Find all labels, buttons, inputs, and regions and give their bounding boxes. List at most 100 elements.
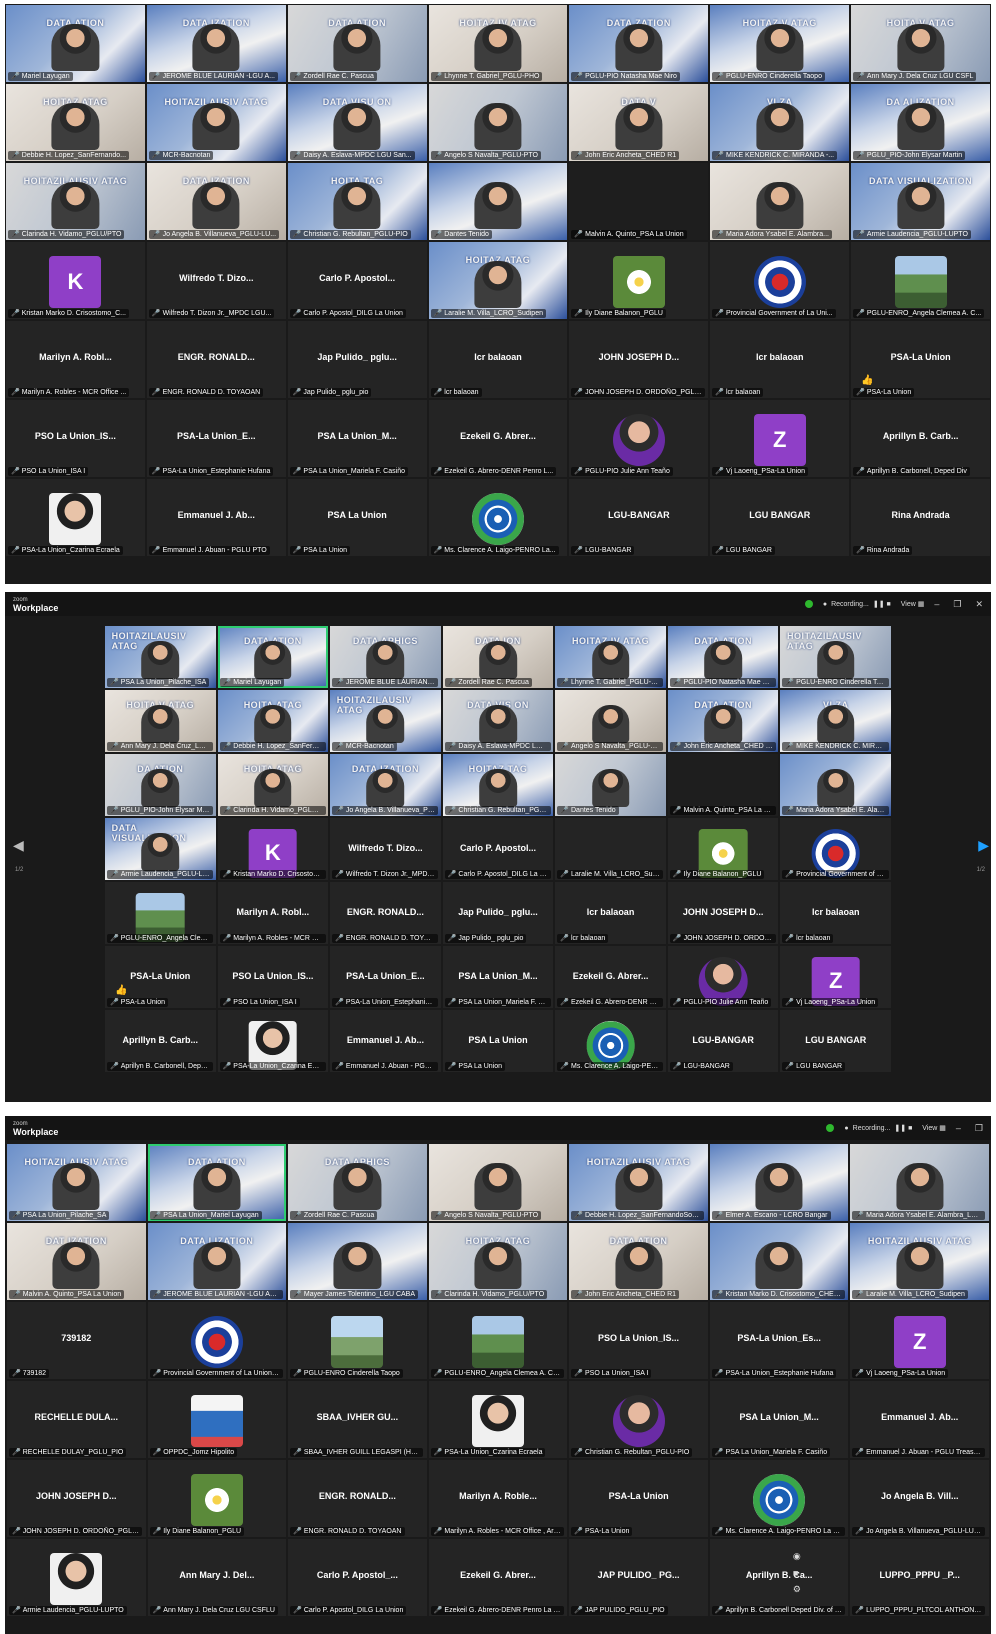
participant-tile[interactable]: DATA ZATION 🎤 PGLU-PIO Natasha Mae Niro xyxy=(569,5,709,82)
participant-tile[interactable]: HOITAZILAUSIV ATAG 🎤 PGLU-ENRO Cinderella … xyxy=(780,626,891,688)
participant-tile[interactable]: K🎤Kristan Marko D. Crisostomo_C... xyxy=(217,818,329,880)
camera-icon[interactable]: ◉ xyxy=(793,1551,801,1562)
previous-page-icon[interactable]: ◀ xyxy=(13,837,24,854)
participant-tile[interactable]: DATA APHICS 🎤 Zordell Rae C. Pascua xyxy=(288,1144,427,1221)
participant-tile[interactable]: Jap Pulido_ pglu... 🎤 Jap Pulido_ pglu_pio xyxy=(442,882,554,944)
participant-tile[interactable]: DATA APHICS🎤JEROME BLUE LAURIAN -LGU A..… xyxy=(330,626,441,688)
participant-tile[interactable]: 🎤 Malvin A. Quinto_PSA La Union xyxy=(667,754,779,816)
participant-tile[interactable]: 🎤 Provincial Government of La Union Web .… xyxy=(147,1302,287,1379)
participant-tile[interactable]: DATA LIZATION 🎤 JEROME BLUE LAURIAN -LGU A… xyxy=(147,1223,287,1300)
participant-tile[interactable]: HOITAZILAUSIV ATAG 🎤 MCR-Bacnotan xyxy=(330,690,441,752)
participant-tile[interactable]: RECHELLE DULA... 🎤 RECHELLE DULAY_PGLU_PIO xyxy=(7,1381,146,1458)
participant-tile[interactable]: JOHN JOSEPH D... 🎤JOHN JOSEPH D. ORDOÑO_P… xyxy=(7,1460,146,1537)
participant-tile[interactable]: DATA VISUALIZATION🎤Armie Laudencia_PGLU-… xyxy=(851,163,990,240)
participant-tile[interactable]: DATA ION 🎤 Zordell Rae C. Pascua xyxy=(442,626,554,688)
participant-tile[interactable]: Marilyn A. Roble... 🎤 Marilyn A. Robles - … xyxy=(428,1460,568,1537)
participant-tile[interactable]: Carlo P. Apostol... 🎤 Carlo P. Apostol_DIL… xyxy=(442,818,554,880)
participant-tile[interactable]: Ezekeil G. Abrer... 🎤 Ezekeil G. Abrero-DE… xyxy=(428,400,568,477)
participant-tile[interactable]: PSA-La Union_Es... 🎤 PSA-La Union_Estephan… xyxy=(709,1302,849,1379)
participant-tile[interactable]: DATA IZATION 🎤 Jo Angela B. Villanueva_PGL… xyxy=(330,754,441,816)
participant-tile[interactable]: 🎤 Christian G. Rebultan_PGLU-PIO xyxy=(569,1381,708,1458)
participant-tile[interactable]: PSA-La Union 👍 🎤 PSA-La Union xyxy=(105,946,216,1008)
participant-tile[interactable]: HOITAZ TAG🎤Christian G. Rebultan_PGLU-PI… xyxy=(442,754,554,816)
participant-tile[interactable]: 🎤 PSA-La Union_Czarina Ecraela xyxy=(217,1010,329,1072)
participant-tile[interactable]: HOITA ATAG🎤Debbie H. Lopez_SanFernandoS.… xyxy=(217,690,329,752)
view-button[interactable]: View ▦ xyxy=(901,600,925,608)
minimize-icon[interactable]: – xyxy=(934,599,939,610)
participant-tile[interactable]: 🎤PGLU-ENRO_Angela Clemea A. C... xyxy=(851,242,990,319)
recording-indicator[interactable]: ● Recording... ❚❚ ■ xyxy=(844,1124,912,1133)
participant-tile[interactable]: PSO La Union_IS... 🎤 PSO La Union_ISA I xyxy=(217,946,329,1008)
participant-tile[interactable]: DATA V🎤John Eric Ancheta_CHED R1 xyxy=(569,84,709,161)
participant-tile[interactable]: 🎤 Angelo S Navalta_PGLU-PTO xyxy=(555,690,666,752)
participant-tile[interactable]: 🎤 Maria Adora Ysabel E. Alambra_LGU... xyxy=(850,1144,989,1221)
participant-tile[interactable]: 🎤 Elmer A. Escano - LCRO Bangar xyxy=(709,1144,849,1221)
participant-tile[interactable]: 🎤Maria Adora Ysabel E. Alambra... xyxy=(780,754,891,816)
participant-tile[interactable]: 🎤Provincial Government of La Uni... xyxy=(710,242,850,319)
participant-tile[interactable]: 🎤 Mayer James Tolentino_LGU CABA xyxy=(288,1223,427,1300)
participant-tile[interactable]: PSA-La Union 🎤 PSA-La Union xyxy=(569,1460,708,1537)
participant-tile[interactable]: PSA La Union_M... 🎤 PSA La Union_Mariela F… xyxy=(442,946,554,1008)
participant-tile[interactable]: lcr balaoan 🎤 lcr balaoan xyxy=(555,882,666,944)
participant-tile[interactable]: lcr balaoan 🎤 lcr balaoan xyxy=(780,882,891,944)
participant-tile[interactable]: 🎤 PSA-La Union_Czarina Ecraela xyxy=(6,479,145,556)
participant-tile[interactable]: DATA ATION 🎤 John Eric Ancheta_CHED R1 xyxy=(569,1223,708,1300)
participant-tile[interactable]: Carlo P. Apostol... 🎤 Carlo P. Apostol_DIL… xyxy=(287,242,427,319)
participant-tile[interactable]: lcr balaoan 🎤 lcr balaoan xyxy=(710,321,850,398)
participant-tile[interactable]: Emmanuel J. Ab... 🎤 Emmanuel J. Abuan - PG… xyxy=(850,1381,989,1458)
participant-tile[interactable]: Wilfredo T. Dizo... 🎤 Wilfredo T. Dizon Jr… xyxy=(330,818,441,880)
security-shield-icon[interactable] xyxy=(804,600,813,608)
participant-tile[interactable]: ENGR. RONALD... 🎤 ENGR. RONALD D. TOYAOAN xyxy=(330,882,441,944)
participant-tile[interactable]: 🎤 Malvin A. Quinto_PSA La Union xyxy=(569,163,709,240)
restore-icon[interactable]: ❐ xyxy=(953,599,961,610)
participant-tile[interactable]: HOITAZILAUSIV ATAG 🎤 Laralie M. Villa_LCRO… xyxy=(850,1223,989,1300)
minimize-icon[interactable]: – xyxy=(956,1123,961,1134)
participant-tile[interactable]: JOHN JOSEPH D... 🎤JOHN JOSEPH D. ORDOÑO_P… xyxy=(569,321,709,398)
participant-tile[interactable]: 🎤 Ily Diane Balanon_PGLU xyxy=(147,1460,287,1537)
participant-tile[interactable]: HOITAZ V ATAG🎤PGLU-ENRO Cinderella Taopo xyxy=(710,5,850,82)
participant-tile[interactable]: HOITAZILAUSIV ATAG 🎤 Clarinda H. Vidamo_PG… xyxy=(6,163,145,240)
participant-tile[interactable]: 🎤 PSA-La Union_Czarina Ecraela xyxy=(428,1381,568,1458)
participant-tile[interactable]: PSA La Union_M... 🎤 PSA La Union_Mariela F… xyxy=(709,1381,849,1458)
participant-tile[interactable]: SBAA_IVHER GU... 🎤 SBAA_IVHER GUILL LEGASP… xyxy=(288,1381,427,1458)
security-shield-icon[interactable] xyxy=(826,1124,835,1132)
participant-tile[interactable]: PSA-La Union_E... 🎤 PSA-La Union_Estephani… xyxy=(146,400,286,477)
participant-tile[interactable]: DATA IZATION 🎤 Jo Angela B. Villanueva_PGL… xyxy=(146,163,286,240)
participant-tile[interactable]: 🎤Provincial Government of La Uni... xyxy=(780,818,891,880)
participant-tile[interactable]: HOITAZ IV ATAG🎤Lhynne T. Gabriel_PGLU-PH… xyxy=(428,5,568,82)
settings-icon[interactable]: ⚙ xyxy=(793,1584,801,1595)
participant-tile[interactable]: Wilfredo T. Dizo... 🎤 Wilfredo T. Dizon Jr… xyxy=(146,242,286,319)
participant-tile[interactable]: 🎤 Laralie M. Villa_LCRO_Sudipen xyxy=(555,818,666,880)
participant-tile[interactable]: Emmanuel J. Ab... 🎤 Emmanuel J. Abuan - PG… xyxy=(330,1010,441,1072)
participant-tile[interactable]: 🎤 Angelo S Navalta_PGLU-PTO xyxy=(428,84,568,161)
participant-tile[interactable]: VI ZA🎤MIKE KENDRICK C. MIRANDA -... xyxy=(710,84,850,161)
participant-tile[interactable]: JOHN JOSEPH D... 🎤JOHN JOSEPH D. ORDOÑO_P… xyxy=(667,882,779,944)
participant-tile[interactable]: HOITA ATAG 🎤 Clarinda H. Vidamo_PGLU/PTO xyxy=(217,754,329,816)
participant-tile[interactable]: PSO La Union_IS... 🎤 PSO La Union_ISA I xyxy=(6,400,145,477)
participant-tile[interactable]: DATA ATION 🎤 PGLU-PIO Natasha Mae Niro xyxy=(667,626,779,688)
participant-tile[interactable]: Rina Andrada 🎤 Rina Andrada xyxy=(851,479,990,556)
participant-tile[interactable]: HOITA TAG 🎤 Christian G. Rebultan_PGLU-PIO xyxy=(287,163,427,240)
participant-tile[interactable]: Aprillyn B. Carb... 🎤 Aprillyn B. Carbonel… xyxy=(851,400,990,477)
participant-tile[interactable]: LGU BANGAR 🎤 LGU BANGAR xyxy=(710,479,850,556)
participant-tile[interactable]: HOITAZ IV ATAG🎤Lhynne T. Gabriel_PGLU-PH… xyxy=(555,626,666,688)
participant-tile[interactable]: Marilyn A. Robl... 🎤 Marilyn A. Robles - M… xyxy=(6,321,145,398)
participant-tile[interactable]: DATA ATION 🎤 John Eric Ancheta_CHED R1 xyxy=(667,690,779,752)
participant-tile[interactable]: PSO La Union_IS... 🎤 PSO La Union_ISA I xyxy=(569,1302,708,1379)
participant-tile[interactable]: HOITA V ATAG🎤Ann Mary J. Dela Cruz_LGU C… xyxy=(105,690,216,752)
participant-tile[interactable]: 🎤 PGLU-PIO Julie Ann Teaño xyxy=(667,946,779,1008)
participant-tile[interactable]: Jo Angela B. Vill... 🎤 Jo Angela B. Villan… xyxy=(850,1460,989,1537)
participant-tile[interactable]: Z 🎤 Vj Laoeng_PSa-La Union xyxy=(780,946,891,1008)
participant-tile[interactable]: VI ZA🎤MIKE KENDRICK C. MIRANDA -... xyxy=(780,690,891,752)
participant-tile[interactable]: LUPPO_PPPU _P... 🎤 LUPPO_PPPU_PLTCOL ANTHO… xyxy=(850,1539,989,1616)
participant-tile[interactable]: DATA IZATION 🎤 JEROME BLUE LAURIAN -LGU A.… xyxy=(146,5,286,82)
participant-tile[interactable]: DATA ATION 🎤 Mariel Layugan xyxy=(6,5,145,82)
participant-tile[interactable]: HOITAZILAUSIV ATAG 🎤 MCR-Bacnotan xyxy=(146,84,286,161)
participant-tile[interactable]: Ezekeil G. Abrer... 🎤 Ezekeil G. Abrero-DE… xyxy=(428,1539,568,1616)
video-icon[interactable]: ■ xyxy=(793,1568,801,1578)
participant-tile[interactable]: lcr balaoan 🎤 lcr balaoan xyxy=(428,321,568,398)
participant-tile[interactable]: 739182 🎤 739182 xyxy=(7,1302,146,1379)
participant-tile[interactable]: LGU-BANGAR 🎤 LGU-BANGAR xyxy=(667,1010,779,1072)
close-icon[interactable]: ✕ xyxy=(975,599,983,610)
participant-tile[interactable]: Aprillyn B. Carb... 🎤 Aprillyn B. Carbonel… xyxy=(105,1010,216,1072)
